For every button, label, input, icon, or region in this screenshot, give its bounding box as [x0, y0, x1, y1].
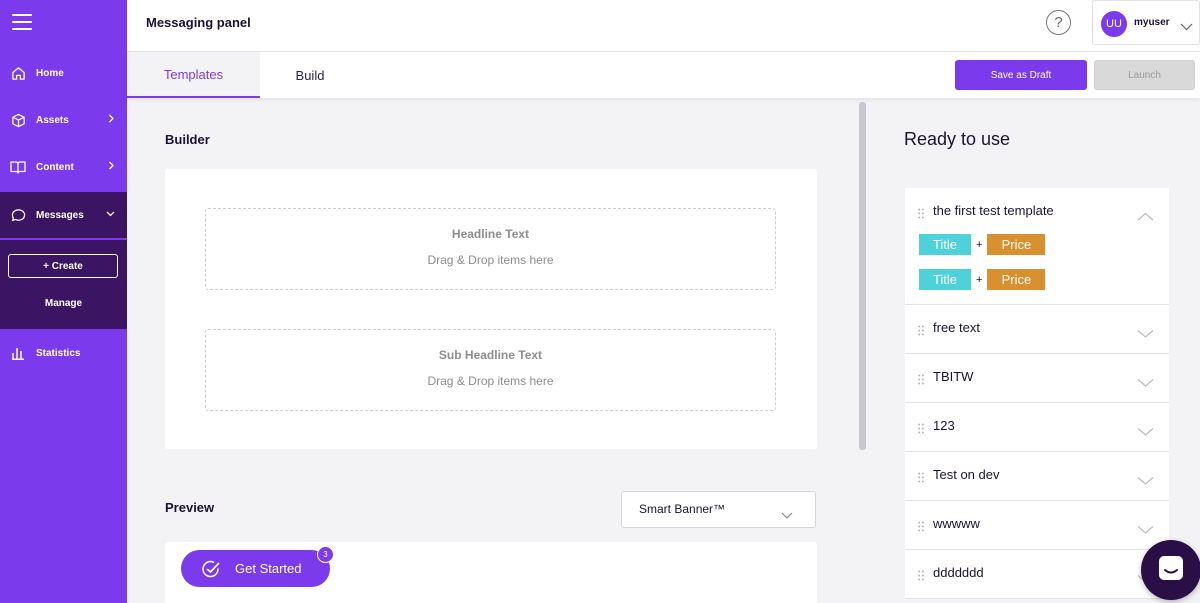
headline-drop-zone[interactable]: Headline Text Drag & Drop items here — [205, 208, 776, 290]
chevron-down-icon — [106, 210, 115, 221]
drag-handle-icon[interactable] — [918, 372, 924, 390]
chevron-down-icon — [781, 506, 793, 524]
template-row: Title + Price — [919, 234, 1046, 255]
chevron-down-icon[interactable] — [1137, 325, 1154, 343]
manage-messages-link[interactable]: Manage — [0, 298, 127, 309]
chevron-down-icon[interactable] — [1137, 423, 1154, 441]
page-title: Messaging panel — [146, 15, 251, 30]
builder-title: Builder — [165, 132, 210, 147]
drop-zone-title: Sub Headline Text — [438, 348, 543, 362]
menu-icon[interactable] — [12, 14, 32, 30]
template-name: TBITW — [933, 369, 974, 384]
chevron-down-icon[interactable] — [1137, 374, 1154, 392]
drag-handle-icon[interactable] — [918, 206, 924, 224]
avatar: UU — [1101, 11, 1127, 37]
chevron-right-icon — [108, 161, 115, 173]
sidebar-item-label: Messages — [36, 209, 84, 221]
launch-button[interactable]: Launch — [1094, 60, 1195, 90]
chevron-right-icon — [108, 114, 115, 126]
template-list: the first test template Title + Price Ti… — [905, 188, 1169, 599]
tabs-bar: Templates Build Save as Draft Launch — [127, 52, 1200, 98]
template-name: free text — [933, 320, 980, 335]
sidebar-item-assets[interactable]: Assets — [0, 97, 127, 143]
cube-icon — [10, 112, 26, 128]
sidebar-item-home[interactable]: Home — [0, 50, 127, 96]
chevron-up-icon[interactable] — [1137, 208, 1154, 226]
get-started-label: Get Started — [235, 561, 302, 576]
format-select-value: Smart Banner™ — [639, 502, 726, 516]
template-item[interactable]: TBITW — [905, 354, 1169, 403]
check-circle-icon — [201, 559, 221, 579]
book-icon — [10, 159, 26, 175]
template-item[interactable]: free text — [905, 305, 1169, 354]
template-item[interactable]: the first test template Title + Price Ti… — [905, 188, 1169, 305]
save-draft-button[interactable]: Save as Draft — [955, 60, 1087, 90]
bar-chart-icon — [10, 345, 26, 361]
create-message-button[interactable]: + Create — [8, 254, 118, 278]
main-content: Builder Headline Text Drag & Drop items … — [127, 98, 872, 603]
builder-card: Headline Text Drag & Drop items here Sub… — [165, 169, 817, 449]
format-select[interactable]: Smart Banner™ — [621, 491, 816, 528]
chevron-down-icon — [1180, 18, 1193, 36]
drag-handle-icon[interactable] — [918, 470, 924, 488]
title-chip[interactable]: Title — [919, 234, 971, 255]
sidebar-item-content[interactable]: Content — [0, 144, 127, 190]
drag-handle-icon[interactable] — [918, 421, 924, 439]
chevron-down-icon[interactable] — [1137, 521, 1154, 539]
get-started-button[interactable]: Get Started — [181, 550, 330, 587]
drag-handle-icon[interactable] — [918, 568, 924, 586]
top-header: Messaging panel ? UU myuser — [127, 0, 1200, 52]
tab-build[interactable]: Build — [260, 52, 360, 98]
tab-templates[interactable]: Templates — [127, 52, 260, 98]
template-row: Title + Price — [919, 269, 1046, 290]
sidebar-item-statistics[interactable]: Statistics — [0, 330, 127, 376]
template-name: ddddddd — [933, 565, 984, 580]
messages-submenu: + Create Manage — [0, 240, 127, 329]
template-name: 123 — [933, 418, 955, 433]
sidebar-item-label: Content — [36, 161, 74, 173]
title-chip[interactable]: Title — [919, 269, 971, 290]
sidebar-item-messages[interactable]: Messages — [0, 192, 127, 238]
plus-sign: + — [976, 238, 983, 251]
step-count-badge: 3 — [317, 546, 334, 563]
plus-sign: + — [976, 273, 983, 286]
template-item[interactable]: ddddddd — [905, 550, 1169, 599]
drop-zone-hint: Drag & Drop items here — [427, 374, 554, 388]
sidebar-item-label: Home — [36, 67, 64, 79]
sidebar-item-label: Statistics — [36, 347, 81, 359]
price-chip[interactable]: Price — [987, 234, 1046, 255]
drop-zone-title: Headline Text — [451, 227, 530, 241]
template-item[interactable]: Test on dev — [905, 452, 1169, 501]
sub-headline-drop-zone[interactable]: Sub Headline Text Drag & Drop items here — [205, 329, 776, 411]
chevron-down-icon[interactable] — [1137, 472, 1154, 490]
chat-icon — [1156, 553, 1186, 588]
preview-title: Preview — [165, 500, 215, 515]
chat-launcher-button[interactable] — [1141, 540, 1200, 600]
price-chip[interactable]: Price — [987, 269, 1046, 290]
ready-title: Ready to use — [904, 129, 1011, 149]
template-item[interactable]: wwwww — [905, 501, 1169, 550]
sidebar-item-label: Assets — [36, 114, 69, 126]
drop-zone-hint: Drag & Drop items here — [427, 253, 554, 267]
ready-to-use-panel: Ready to use the first test template Tit… — [872, 98, 1200, 603]
home-icon — [10, 65, 26, 81]
username: myuser — [1134, 17, 1170, 28]
sidebar: Home Assets Content Messages + Create Ma… — [0, 0, 127, 603]
template-name: Test on dev — [933, 467, 1000, 482]
drag-handle-icon[interactable] — [918, 519, 924, 537]
template-item[interactable]: 123 — [905, 403, 1169, 452]
preview-card: Get Started 3 — [165, 542, 817, 603]
chat-bubble-icon — [10, 207, 26, 223]
user-menu[interactable]: UU myuser — [1092, 0, 1200, 45]
drag-handle-icon[interactable] — [918, 323, 924, 341]
template-name: wwwww — [933, 516, 980, 531]
template-name: the first test template — [933, 203, 1054, 218]
scrollbar[interactable] — [859, 102, 866, 450]
help-icon[interactable]: ? — [1046, 10, 1071, 35]
